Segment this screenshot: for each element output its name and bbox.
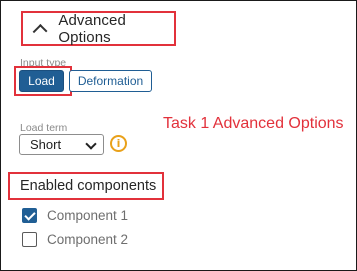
component-2-row[interactable]: Component 2: [22, 232, 128, 247]
component-1-checkbox[interactable]: [22, 208, 37, 223]
advanced-options-title: Advanced Options: [58, 11, 126, 46]
load-term-select[interactable]: Short: [19, 134, 104, 155]
advanced-options-toggle[interactable]: Advanced Options: [21, 11, 176, 46]
deformation-button[interactable]: Deformation: [69, 70, 152, 92]
component-1-label: Component 1: [47, 208, 129, 223]
enabled-components-header: Enabled components: [8, 172, 164, 200]
component-2-checkbox[interactable]: [22, 232, 37, 247]
load-button[interactable]: Load: [19, 70, 64, 92]
info-icon[interactable]: i: [110, 135, 127, 152]
enabled-components-title: Enabled components: [20, 178, 157, 194]
load-term-label: Load term: [20, 122, 68, 134]
task-annotation: Task 1 Advanced Options: [163, 115, 344, 132]
chevron-down-icon: [85, 138, 97, 150]
chevron-up-icon: [32, 23, 48, 39]
load-term-value: Short: [30, 137, 62, 152]
component-1-row[interactable]: Component 1: [22, 208, 128, 223]
component-2-label: Component 2: [47, 232, 129, 247]
